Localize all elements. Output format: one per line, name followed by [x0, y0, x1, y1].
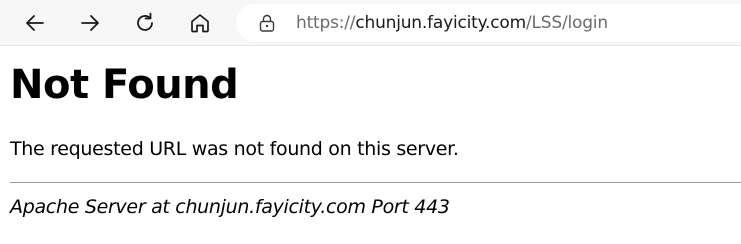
address-bar[interactable]: https://chunjun.fayicity.com/LSS/login — [236, 4, 741, 42]
url-path: /LSS/login — [525, 13, 608, 33]
server-signature: Apache Server at chunjun.fayicity.com Po… — [10, 196, 450, 218]
browser-toolbar: https://chunjun.fayicity.com/LSS/login — [0, 0, 741, 46]
home-button[interactable] — [183, 6, 217, 40]
forward-button[interactable] — [73, 6, 107, 40]
arrow-right-icon — [81, 15, 99, 31]
page-title: Not Found — [10, 62, 239, 108]
home-icon — [191, 14, 209, 33]
url-host: chunjun.fayicity.com — [355, 13, 526, 33]
url-scheme: https:// — [296, 13, 356, 33]
arrow-left-icon — [26, 15, 44, 31]
back-button[interactable] — [18, 6, 52, 40]
page-content: Not Found The requested URL was not foun… — [0, 46, 741, 244]
error-message: The requested URL was not found on this … — [10, 138, 459, 160]
refresh-icon — [137, 12, 153, 31]
divider — [10, 182, 741, 183]
url-text[interactable]: https://chunjun.fayicity.com/LSS/login — [296, 13, 608, 33]
lock-icon[interactable] — [258, 14, 276, 32]
refresh-button[interactable] — [128, 6, 162, 40]
